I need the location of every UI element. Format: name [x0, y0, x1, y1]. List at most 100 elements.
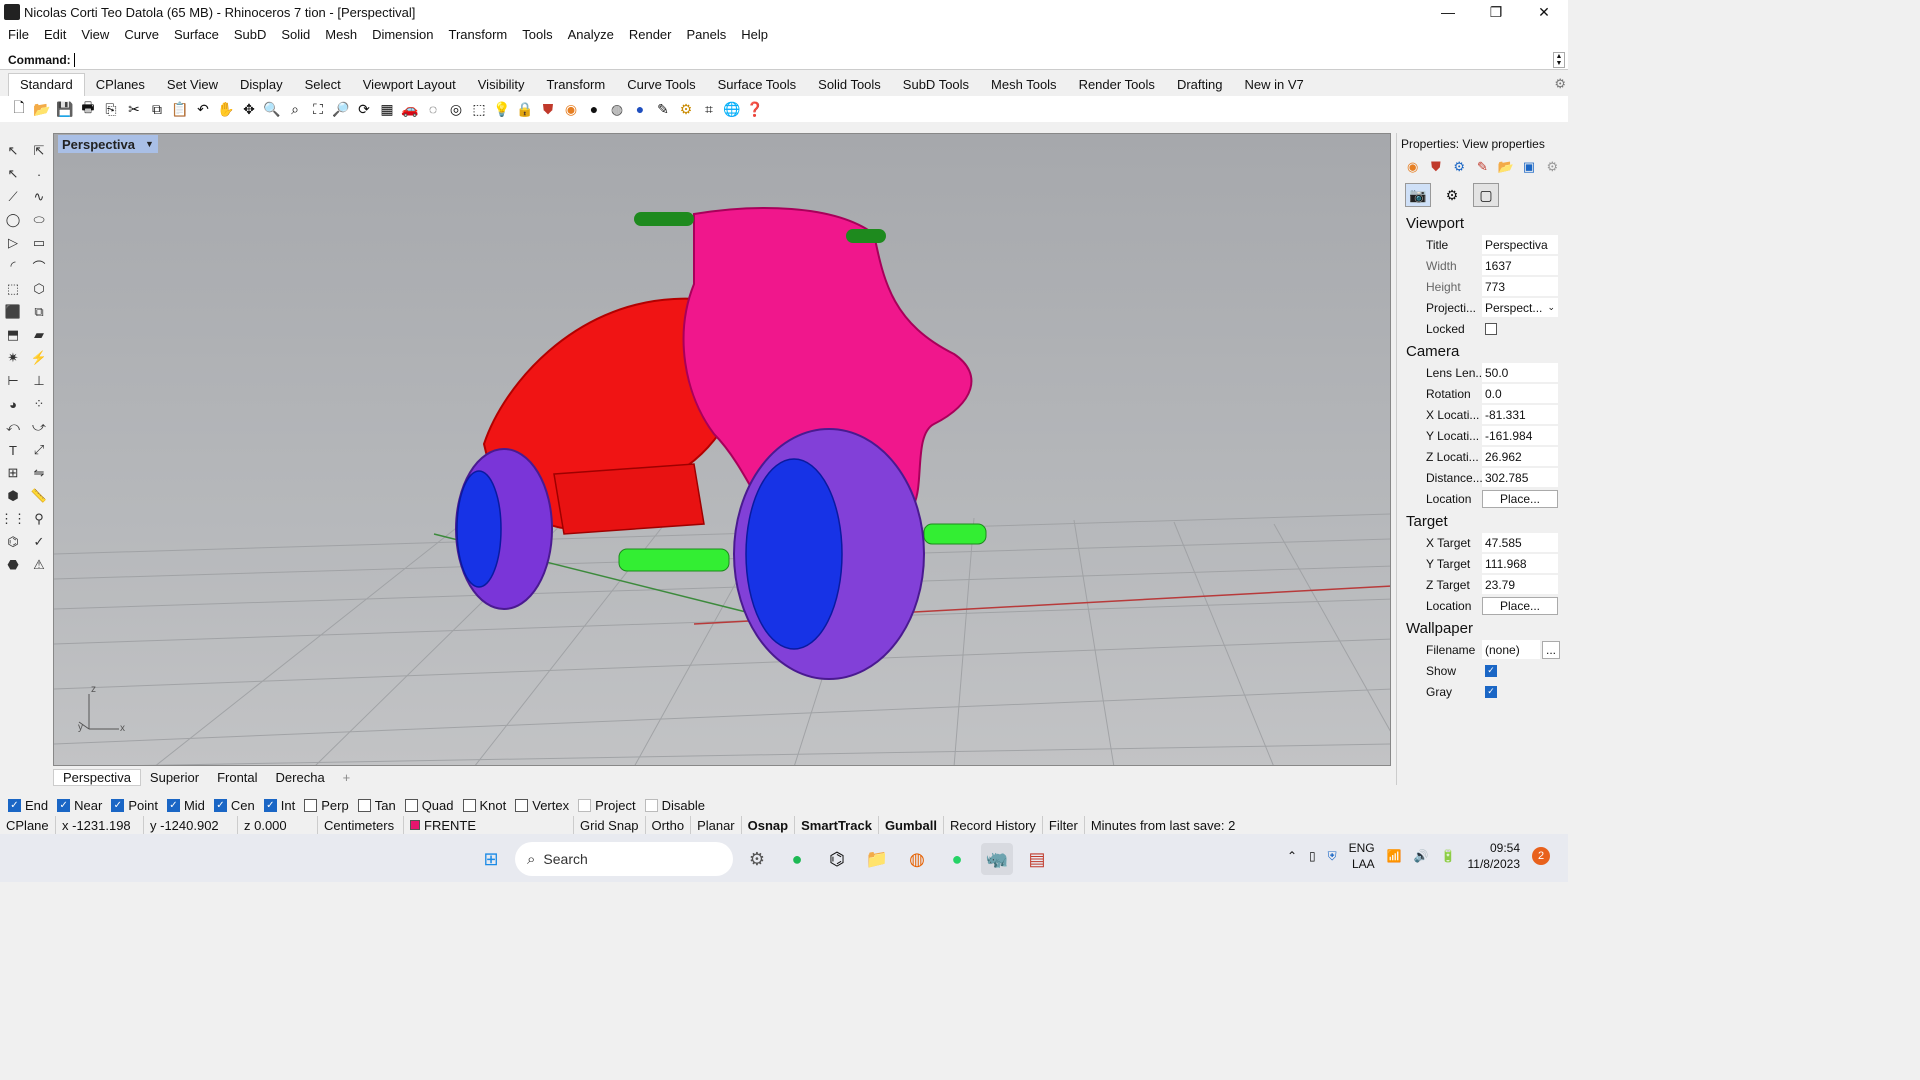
notification-badge[interactable]: 2 — [1532, 847, 1550, 865]
settings-app-icon[interactable]: ⚙ — [741, 843, 773, 875]
viewport-title[interactable]: Perspectiva ▼ — [58, 135, 158, 153]
gumball-toggle[interactable]: Gumball — [879, 816, 944, 834]
checkbox-icon[interactable]: ✓ — [57, 798, 71, 812]
restore-button[interactable]: ❐ — [1472, 0, 1520, 24]
ellipse-icon[interactable]: ⬭ — [28, 209, 50, 231]
menu-render[interactable]: Render — [629, 27, 672, 42]
add-viewport-button[interactable]: + — [334, 770, 360, 785]
mirror-icon[interactable]: ⇋ — [28, 462, 50, 484]
menu-transform[interactable]: Transform — [448, 27, 507, 42]
help-icon[interactable]: ❓ — [744, 99, 766, 119]
check-icon[interactable]: ✓ — [28, 531, 50, 553]
rotation-field[interactable]: 0.0 — [1482, 384, 1558, 403]
osnap-cen[interactable]: ✓ Cen — [213, 798, 255, 813]
grid-array-icon[interactable]: ⋮⋮ — [0, 508, 26, 530]
units-label[interactable]: Centimeters — [318, 816, 404, 834]
lock-icon[interactable]: 🔒 — [514, 99, 536, 119]
settings-icon[interactable]: ⚙ — [1543, 157, 1562, 177]
menu-solid[interactable]: Solid — [281, 27, 310, 42]
file-explorer-icon[interactable]: 📁 — [861, 843, 893, 875]
gumball-icon[interactable]: ⚲ — [28, 508, 50, 530]
render-sphere-icon[interactable]: ◍ — [606, 99, 628, 119]
ruler-icon[interactable]: 📏 — [28, 485, 50, 507]
polyline-icon[interactable]: ⟋ — [2, 186, 24, 208]
menu-mesh[interactable]: Mesh — [325, 27, 357, 42]
tab-render-tools[interactable]: Render Tools — [1068, 74, 1166, 96]
osnap-int[interactable]: ✓ Int — [263, 798, 295, 813]
osnap-mid[interactable]: ✓ Mid — [166, 798, 205, 813]
osnap-point[interactable]: ✓ Point — [111, 798, 158, 813]
tab-mesh-tools[interactable]: Mesh Tools — [980, 74, 1068, 96]
menu-panels[interactable]: Panels — [686, 27, 726, 42]
new-icon[interactable]: 🗋 — [8, 99, 30, 119]
array-icon[interactable]: ⊞ — [2, 462, 24, 484]
select-points-icon[interactable]: ⇱ — [28, 140, 50, 162]
rectangle-icon[interactable]: ▭ — [28, 232, 50, 254]
zoom-selected-icon[interactable]: 🔎 — [330, 99, 352, 119]
pen-icon[interactable]: ✎ — [652, 99, 674, 119]
render-icon[interactable]: ⚙ — [1450, 157, 1469, 177]
tab-derecha[interactable]: Derecha — [267, 770, 334, 785]
gray-checkbox[interactable]: ✓ — [1485, 685, 1497, 698]
menu-view[interactable]: View — [81, 27, 109, 42]
color-icon[interactable]: ◉ — [1403, 157, 1422, 177]
osnap-toggle[interactable]: Osnap — [742, 816, 796, 834]
checkbox-icon[interactable]: ✓ — [166, 798, 180, 812]
locked-checkbox[interactable] — [1485, 322, 1497, 335]
tab-display[interactable]: Display — [229, 74, 294, 96]
tab-surface-tools[interactable]: Surface Tools — [707, 74, 808, 96]
filter-toggle[interactable]: Filter — [1043, 816, 1085, 834]
language-indicator[interactable]: ENG LAA — [1349, 840, 1375, 872]
y-location-field[interactable]: -161.984 — [1482, 426, 1558, 445]
split-icon[interactable]: ⤻ — [28, 416, 50, 438]
command-line[interactable]: Command: ▲ ▼ — [0, 50, 1568, 70]
material-icon[interactable]: ⛊ — [537, 99, 559, 119]
rhino-app-icon[interactable]: 🦏 — [981, 843, 1013, 875]
trim-icon[interactable]: ⤺ — [2, 416, 24, 438]
osnap-disable[interactable]: Disable — [644, 798, 705, 813]
tab-superior[interactable]: Superior — [141, 770, 208, 785]
image-icon[interactable]: ▣ — [1519, 157, 1538, 177]
options-icon[interactable]: ⌗ — [698, 99, 720, 119]
projection-select[interactable]: Perspect... ⌄ — [1482, 298, 1558, 317]
menu-curve[interactable]: Curve — [124, 27, 159, 42]
tab-cplanes[interactable]: CPlanes — [85, 74, 156, 96]
analyze-icon[interactable]: ⌬ — [2, 531, 24, 553]
frame-icon[interactable]: ▢ — [1473, 183, 1499, 207]
zoom-in-icon[interactable]: 🔍 — [261, 99, 283, 119]
menu-subd[interactable]: SubD — [234, 27, 267, 42]
point-icon[interactable]: · — [28, 163, 50, 185]
checkbox-icon[interactable]: ✓ — [263, 798, 277, 812]
layer-indicator[interactable]: FRENTE — [404, 816, 574, 834]
show-icon[interactable]: ◎ — [445, 99, 467, 119]
plane-icon[interactable]: ▰ — [28, 324, 50, 346]
taskbar-search[interactable]: ⌕ Search — [515, 842, 733, 876]
osnap-near[interactable]: ✓ Near — [57, 798, 102, 813]
car-icon[interactable]: 🚗 — [399, 99, 421, 119]
pen-icon[interactable]: ✎ — [1473, 157, 1492, 177]
cplane-label[interactable]: CPlane — [0, 816, 56, 834]
close-button[interactable]: ✕ — [1520, 0, 1568, 24]
osnap-knot[interactable]: Knot — [462, 798, 506, 813]
target-place-button[interactable]: Place... — [1482, 596, 1558, 615]
text-icon[interactable]: T — [2, 439, 24, 461]
select-icon[interactable]: ⬚ — [468, 99, 490, 119]
scale-icon[interactable]: ⤢ — [28, 439, 50, 461]
z-target-field[interactable]: 23.79 — [1482, 575, 1558, 594]
light-tool-icon[interactable]: ✷ — [2, 347, 24, 369]
arc-icon[interactable]: ◜ — [2, 255, 24, 277]
menu-analyze[interactable]: Analyze — [568, 27, 614, 42]
camera-icon[interactable]: 📷 — [1405, 183, 1431, 207]
volume-icon[interactable]: 🔊 — [1414, 849, 1429, 863]
show-checkbox[interactable]: ✓ — [1485, 664, 1497, 677]
checkbox-icon[interactable] — [462, 798, 476, 812]
camera-settings-icon[interactable]: ⚙ — [1439, 183, 1465, 207]
copy-icon[interactable]: ⧉ — [146, 99, 168, 119]
grid-icon[interactable]: ▦ — [376, 99, 398, 119]
menu-dimension[interactable]: Dimension — [372, 27, 433, 42]
menu-edit[interactable]: Edit — [44, 27, 66, 42]
move-icon[interactable]: ✥ — [238, 99, 260, 119]
tab-viewport-layout[interactable]: Viewport Layout — [352, 74, 467, 96]
menu-tools[interactable]: Tools — [522, 27, 552, 42]
pan-icon[interactable]: ✋ — [215, 99, 237, 119]
